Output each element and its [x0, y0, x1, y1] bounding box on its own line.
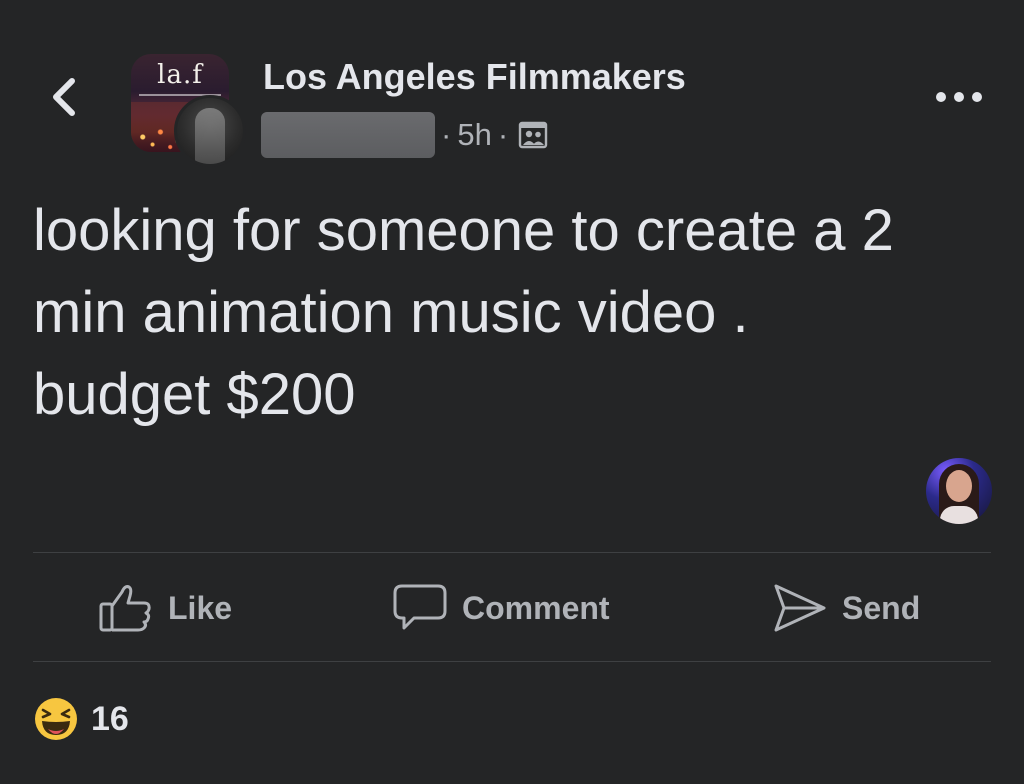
comment-bubble-icon [393, 584, 447, 630]
group-name-link[interactable]: Los Angeles Filmmakers [263, 56, 686, 98]
reaction-count: 16 [91, 699, 129, 738]
post-timestamp[interactable]: 5h [457, 117, 491, 153]
group-audience-icon [518, 119, 550, 151]
send-label: Send [842, 589, 921, 626]
chevron-left-icon [53, 78, 75, 116]
divider [33, 661, 991, 662]
reactor-avatar[interactable] [926, 458, 992, 524]
redacted-poster-name[interactable] [261, 112, 435, 158]
meta-separator: · [441, 117, 452, 152]
post-meta: · 5h · [261, 112, 550, 158]
post-view: la.f Los Angeles Filmmakers · 5h · looki… [0, 0, 1024, 784]
send-arrow-icon [774, 584, 826, 632]
back-button[interactable] [44, 72, 84, 122]
poster-avatar[interactable] [174, 95, 246, 167]
like-button[interactable]: Like [98, 578, 232, 638]
group-logo-text: la.f [157, 60, 203, 90]
like-label: Like [168, 589, 233, 626]
reactor-avatar-body [940, 506, 978, 524]
reaction-summary[interactable]: 16 [33, 696, 129, 742]
poster-avatar-image [195, 108, 225, 164]
divider [33, 552, 991, 553]
thumbs-up-icon [99, 585, 151, 632]
haha-reaction-icon [35, 698, 77, 740]
meta-separator: · [497, 117, 509, 152]
comment-button[interactable]: Comment [392, 578, 610, 638]
more-options-button[interactable] [930, 80, 988, 114]
post-body-text: looking for someone to create a 2 min an… [33, 198, 894, 427]
send-button[interactable]: Send [772, 578, 920, 638]
reactor-avatar-face [946, 470, 972, 502]
comment-label: Comment [462, 589, 610, 626]
more-horizontal-icon [936, 92, 982, 102]
